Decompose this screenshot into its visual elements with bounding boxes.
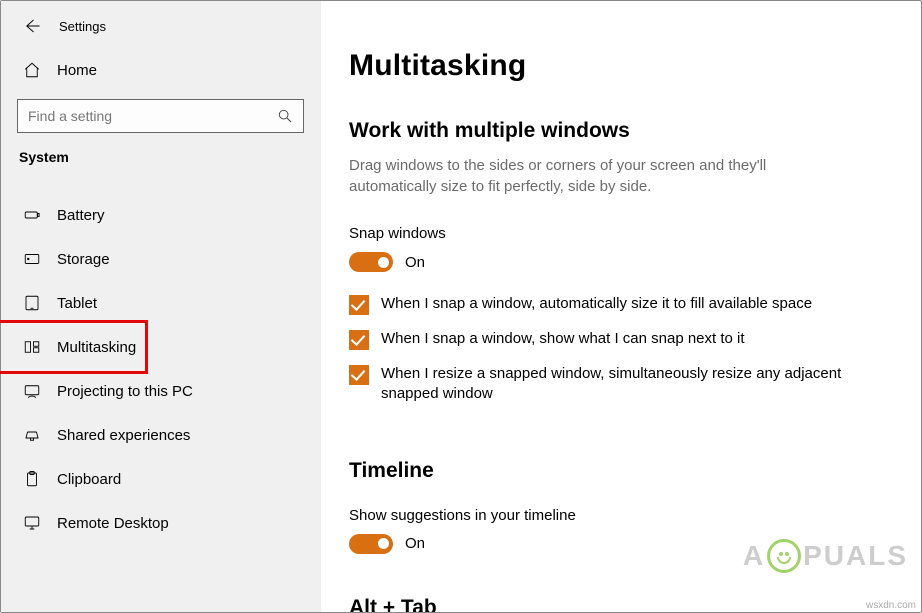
sidebar-item-storage[interactable]: Storage: [1, 237, 320, 281]
tablet-icon: [23, 294, 41, 312]
snap-windows-label: Snap windows: [349, 225, 877, 242]
section-desc: Drag windows to the sides or corners of …: [349, 155, 789, 197]
battery-icon: [23, 206, 41, 224]
sidebar-item-label: Shared experiences: [57, 427, 190, 444]
category-label: System: [1, 149, 320, 175]
sidebar-item-remote[interactable]: Remote Desktop: [1, 501, 320, 545]
watermark: A PUALS: [743, 539, 908, 573]
sidebar-item-projecting[interactable]: Projecting to this PC: [1, 369, 320, 413]
section-title-windows: Work with multiple windows: [349, 119, 877, 143]
sidebar-item-label: Multitasking: [57, 339, 136, 356]
check-label: When I resize a snapped window, simultan…: [381, 364, 869, 405]
sidebar-item-multitasking[interactable]: Multitasking: [1, 325, 320, 369]
home-icon: [23, 61, 41, 79]
sidebar-header: Settings: [1, 1, 320, 47]
page-title: Multitasking: [349, 49, 877, 83]
check-row: When I snap a window, show what I can sn…: [349, 329, 869, 350]
watermark-face-icon: [767, 539, 801, 573]
check-label: When I snap a window, show what I can sn…: [381, 329, 745, 349]
watermark-text-post: PUALS: [803, 540, 908, 572]
clipboard-icon: [23, 470, 41, 488]
sidebar-item-label: Clipboard: [57, 471, 121, 488]
sidebar-item-label: Remote Desktop: [57, 515, 169, 532]
check-row: When I snap a window, automatically size…: [349, 294, 869, 315]
check-label: When I snap a window, automatically size…: [381, 294, 812, 314]
source-url: wsxdn.com: [866, 600, 916, 611]
sidebar-item-battery[interactable]: Battery: [1, 193, 320, 237]
storage-icon: [23, 250, 41, 268]
search-box[interactable]: [17, 99, 304, 133]
checkbox-show-next[interactable]: [349, 330, 369, 350]
projecting-icon: [23, 382, 41, 400]
snap-windows-state: On: [405, 254, 425, 271]
timeline-state: On: [405, 535, 425, 552]
check-row: When I resize a snapped window, simultan…: [349, 364, 869, 405]
sidebar-item-label: Tablet: [57, 295, 97, 312]
sidebar: Settings Home System Battery: [1, 1, 321, 612]
watermark-text-pre: A: [743, 540, 765, 572]
snap-windows-toggle[interactable]: [349, 252, 393, 272]
search-input[interactable]: [28, 108, 277, 124]
sidebar-item-label: Battery: [57, 207, 105, 224]
timeline-suggest-label: Show suggestions in your timeline: [349, 507, 877, 524]
home-nav[interactable]: Home: [1, 47, 320, 93]
multitasking-icon: [23, 338, 41, 356]
section-title-timeline: Timeline: [349, 459, 877, 483]
remote-desktop-icon: [23, 514, 41, 532]
sidebar-item-label: Storage: [57, 251, 110, 268]
checkbox-resize-adjacent[interactable]: [349, 365, 369, 385]
section-title-alttab: Alt + Tab: [349, 596, 877, 613]
sidebar-item-label: Projecting to this PC: [57, 383, 193, 400]
home-label: Home: [57, 62, 97, 79]
back-button[interactable]: [23, 17, 41, 35]
search-icon: [277, 108, 293, 124]
checkbox-fill-space[interactable]: [349, 295, 369, 315]
main-content: Multitasking Work with multiple windows …: [321, 1, 921, 612]
sidebar-item-shared[interactable]: Shared experiences: [1, 413, 320, 457]
shared-icon: [23, 426, 41, 444]
timeline-toggle[interactable]: [349, 534, 393, 554]
sidebar-item-clipboard[interactable]: Clipboard: [1, 457, 320, 501]
sidebar-item-tablet[interactable]: Tablet: [1, 281, 320, 325]
window-title: Settings: [59, 19, 106, 34]
snap-windows-toggle-row: On: [349, 252, 877, 272]
settings-window: Settings Home System Battery: [0, 0, 922, 613]
